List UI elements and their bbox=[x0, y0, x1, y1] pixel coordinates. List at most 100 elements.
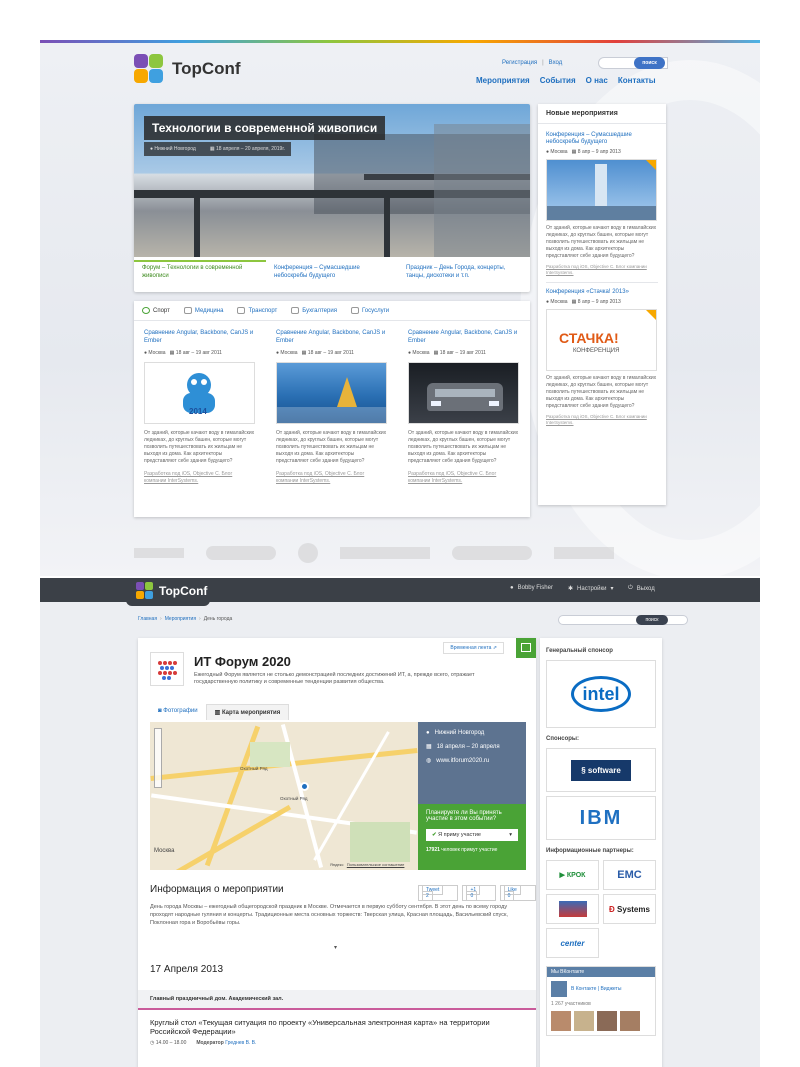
event-card-tags[interactable]: Разработка под iOS, Objective C. Блог ко… bbox=[144, 471, 255, 485]
partner-logo[interactable] bbox=[340, 547, 430, 559]
register-link[interactable]: Регистрация bbox=[502, 60, 537, 66]
expand-arrow-icon[interactable]: ▾ bbox=[334, 944, 337, 951]
partner-logo[interactable] bbox=[554, 547, 614, 559]
event-card-desc: От зданий, которые качают воду в гималай… bbox=[276, 430, 387, 465]
partner-logo[interactable] bbox=[298, 543, 318, 563]
attend-dropdown[interactable]: ✔ Я приму участие ▾ bbox=[426, 829, 518, 841]
partner-logo[interactable] bbox=[546, 894, 599, 924]
logo[interactable]: TopConf bbox=[134, 54, 241, 84]
mascot-image[interactable]: 2014 bbox=[144, 362, 255, 425]
car-image[interactable] bbox=[408, 362, 519, 425]
avatar[interactable] bbox=[551, 1011, 571, 1031]
sidebar-event-meta: ● Москва ▦ 8 апр – 9 апр 2013 bbox=[546, 149, 621, 155]
hero-image[interactable]: Технологии в современной живописи ● Нижн… bbox=[134, 104, 530, 257]
nav-contacts[interactable]: Контакты bbox=[618, 76, 656, 85]
stachka-image[interactable]: СТАЧКА! КОНФЕРЕНЦИЯ bbox=[546, 309, 657, 371]
moderator-link[interactable]: Греднев В. В. bbox=[225, 1040, 256, 1046]
mascot-label: 2014 bbox=[189, 407, 207, 417]
power-icon: ⏻ bbox=[628, 585, 633, 591]
sidebar-event-title[interactable]: Конференция «Стачка! 2013» bbox=[546, 289, 658, 296]
partner-logo[interactable] bbox=[206, 546, 276, 560]
add-event-button[interactable] bbox=[516, 638, 536, 658]
search-input[interactable] bbox=[558, 615, 688, 625]
general-sponsor-title: Генеральный спонсор bbox=[546, 648, 613, 654]
tab-sport[interactable]: Спорт bbox=[142, 307, 170, 314]
event-card-title[interactable]: Сравнение Angular, Backbone, CanJS и Emb… bbox=[408, 329, 519, 347]
login-link[interactable]: Вход bbox=[549, 60, 563, 66]
hero-slide-link[interactable]: Конференция – Сумасшедшие небоскребы буд… bbox=[266, 262, 398, 282]
social-buttons: Tweet 2 +1 0 Like 0 bbox=[418, 885, 537, 901]
sidebar-event-tags[interactable]: Разработка под iOS, Objective C. Блог ко… bbox=[546, 414, 658, 432]
windsurf-image[interactable] bbox=[276, 362, 387, 425]
hero-slide-link[interactable]: Форум – Технологии в современной живопис… bbox=[134, 260, 266, 282]
event-card-desc: От зданий, которые качают воду в гималай… bbox=[408, 430, 519, 465]
tab-accounting[interactable]: Бухгалтерия bbox=[291, 307, 337, 314]
search-button[interactable]: поиск bbox=[634, 57, 665, 69]
hero-slide-link[interactable]: Праздник – День Города, концерты, танцы,… bbox=[398, 262, 530, 282]
calendar-icon: ▦ bbox=[301, 350, 307, 357]
systems-logo[interactable]: Ð Systems bbox=[603, 894, 656, 924]
skyscraper-image[interactable] bbox=[546, 159, 657, 221]
zoom-control[interactable] bbox=[154, 728, 162, 788]
map-pin-icon[interactable] bbox=[300, 782, 309, 791]
breadcrumb: Главная › Мероприятия › День города bbox=[138, 616, 232, 622]
location-pin-icon: ● bbox=[150, 146, 154, 152]
sidebar-event-tags[interactable]: Разработка под iOS, Objective C. Блог ко… bbox=[546, 264, 658, 283]
partners-title: Информационные партнеры: bbox=[546, 848, 634, 854]
logo[interactable]: TopConf bbox=[136, 582, 207, 600]
event-card-title[interactable]: Сравнение Angular, Backbone, CanJS и Emb… bbox=[144, 329, 255, 347]
timeline-link[interactable]: Временная лента ⇗ bbox=[443, 642, 504, 654]
settings-menu[interactable]: ✱ Настройки ▾ bbox=[568, 585, 613, 593]
partner-logo[interactable] bbox=[134, 548, 184, 558]
tab-transport[interactable]: Транспорт bbox=[237, 307, 277, 314]
new-badge-icon bbox=[646, 160, 656, 170]
event-map[interactable]: Охотный Ряд Охотный Ряд Москва Яндекс По… bbox=[150, 722, 418, 870]
user-menu[interactable]: ● Bobby Fisher bbox=[510, 585, 553, 591]
calendar-icon: ▦ bbox=[433, 350, 439, 357]
event-card-tags[interactable]: Разработка под iOS, Objective C. Блог ко… bbox=[276, 471, 387, 485]
attendance-block: Планируете ли Вы принять участие в этом … bbox=[418, 804, 526, 870]
avatar[interactable] bbox=[620, 1011, 640, 1031]
software-logo[interactable]: § software bbox=[546, 748, 656, 792]
sidebar-event-title[interactable]: Конференция – Сумасшедшие небоскребы буд… bbox=[546, 132, 658, 146]
sponsors-title: Спонсоры: bbox=[546, 736, 580, 742]
like-button[interactable]: Like 0 bbox=[499, 885, 537, 901]
medkit-icon bbox=[183, 307, 192, 314]
nav-about[interactable]: О нас bbox=[586, 76, 608, 85]
search-button[interactable]: поиск bbox=[636, 615, 668, 625]
session-title[interactable]: Круглый стол «Текущая ситуация по проект… bbox=[150, 1018, 510, 1036]
tweet-button[interactable]: Tweet 2 bbox=[418, 885, 459, 901]
sidebar-event-meta: ● Москва ▦ 8 апр – 9 апр 2013 bbox=[546, 299, 621, 305]
main-nav: Мероприятия События О нас Контакты bbox=[476, 76, 656, 85]
center-logo[interactable]: center bbox=[546, 928, 599, 958]
breadcrumb-current: День города bbox=[203, 616, 233, 622]
avatar[interactable] bbox=[574, 1011, 594, 1031]
calendar-icon: ▦ bbox=[169, 350, 175, 357]
clock-icon: ◷ bbox=[150, 1040, 155, 1046]
sidebar-event-desc: От зданий, которые качают воду в гималай… bbox=[546, 375, 657, 409]
partner-logo[interactable] bbox=[452, 546, 532, 560]
vk-group-name[interactable]: В Контакте | Виджеты bbox=[571, 986, 621, 992]
breadcrumb-events[interactable]: Мероприятия bbox=[165, 616, 196, 622]
event-site[interactable]: ◍ www.itforum2020.ru bbox=[426, 757, 518, 765]
map-label: Охотный Ряд bbox=[240, 766, 268, 771]
tab-medicine[interactable]: Медицина bbox=[183, 307, 223, 314]
breadcrumb-home[interactable]: Главная bbox=[138, 616, 157, 622]
event-card-tags[interactable]: Разработка под iOS, Objective C. Блог ко… bbox=[408, 471, 519, 485]
krok-logo[interactable]: ▶ КРОК bbox=[546, 860, 599, 890]
nav-happenings[interactable]: События bbox=[540, 76, 576, 85]
tab-photos[interactable]: ◙ Фотографии bbox=[150, 704, 206, 720]
tab-gov-services[interactable]: Госуслуги bbox=[350, 307, 389, 314]
ibm-logo[interactable]: IBM bbox=[546, 796, 656, 840]
intel-logo[interactable]: intel bbox=[546, 660, 656, 728]
nav-events[interactable]: Мероприятия bbox=[476, 76, 530, 85]
emc-logo[interactable]: EMC bbox=[603, 860, 656, 890]
globe-icon: ◍ bbox=[426, 758, 432, 764]
event-card-title[interactable]: Сравнение Angular, Backbone, CanJS и Emb… bbox=[276, 329, 387, 347]
schedule-date: 17 Апреля 2013 bbox=[150, 964, 224, 975]
vk-group-avatar[interactable] bbox=[551, 981, 567, 997]
gplus-button[interactable]: +1 0 bbox=[462, 885, 496, 901]
avatar[interactable] bbox=[597, 1011, 617, 1031]
tab-map[interactable]: ▥ Карта мероприятия bbox=[205, 704, 290, 720]
logout-button[interactable]: ⏻ Выход bbox=[628, 585, 655, 592]
